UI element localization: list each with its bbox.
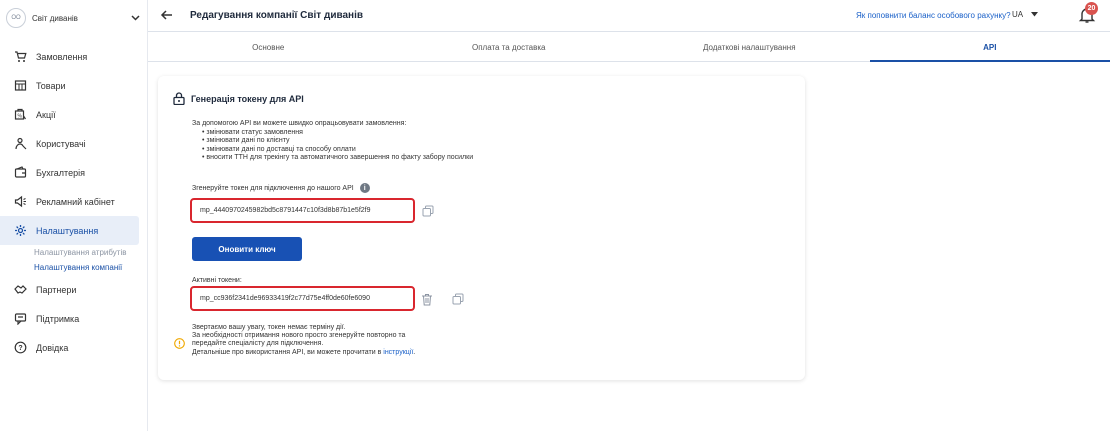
top-header: Редагування компанії Світ диванів Як поп… (148, 0, 1110, 32)
sidebar-subitem-company-settings[interactable]: Налаштування компанії (0, 260, 148, 275)
card-title: Генерація токену для API (173, 92, 304, 106)
page-title: Редагування компанії Світ диванів (190, 10, 364, 21)
active-token-value: mp_cc936f2341de96933419f2c77d75e4ff0de60… (200, 295, 370, 302)
notice-line: передайте спеціалісту для підключення. (192, 340, 324, 348)
token-notice: Звертаємо вашу увагу, токен немає термін… (174, 324, 415, 357)
notice-line: Детальніше про використання API, ви може… (192, 349, 415, 357)
company-selector[interactable]: ОО Світ диванів (6, 7, 140, 29)
sidebar-item-help[interactable]: ? Довідка (0, 333, 148, 362)
sidebar-item-label: Налаштування (36, 225, 99, 236)
sidebar-item-label: Підтримка (36, 313, 80, 324)
sidebar-item-label: Довідка (36, 342, 69, 353)
sidebar-subitem-attribute-settings[interactable]: Налаштування атрибутів (0, 245, 148, 260)
handshake-icon (13, 283, 27, 297)
sidebar-item-accounting[interactable]: Бухгалтерія (0, 158, 148, 187)
sidebar-item-partners[interactable]: Партнери (0, 275, 148, 304)
sidebar-item-label: Бухгалтерія (36, 167, 85, 178)
balance-help-link[interactable]: Як поповнити баланс особового рахунку? (856, 11, 1011, 20)
warning-icon (174, 338, 185, 349)
language-selector[interactable]: UA (1012, 10, 1039, 19)
list-item: змінювати статус замовлення (202, 129, 473, 138)
generated-token-field[interactable]: mp_4440970245982bd5c8791447c10f3d8b87b1e… (190, 198, 415, 223)
cart-icon (13, 50, 27, 64)
sidebar-item-users[interactable]: Користувачі (0, 129, 148, 158)
notification-badge: 20 (1085, 2, 1098, 15)
sidebar-item-support[interactable]: Підтримка (0, 304, 148, 333)
wallet-icon (13, 166, 27, 180)
sidebar-item-settings[interactable]: Налаштування (0, 216, 139, 245)
sidebar-item-label: Товари (36, 80, 66, 91)
list-item: вносити ТТН для трекінгу та автоматичног… (202, 154, 473, 163)
sidebar-item-label: Акції (36, 109, 56, 120)
tag-icon: % (13, 108, 27, 122)
notice-line: Звертаємо вашу увагу, токен немає термін… (192, 324, 346, 331)
language-value: UA (1012, 10, 1024, 19)
active-tokens-label: Активні токени: (192, 277, 242, 284)
svg-text:?: ? (18, 345, 22, 352)
generate-token-label: Згенеруйте токен для підключення до нашо… (192, 183, 370, 193)
megaphone-icon (13, 195, 27, 209)
notice-text: Звертаємо вашу увагу, токен немає термін… (192, 324, 415, 357)
card-title-text: Генерація токену для API (191, 93, 304, 104)
list-item: змінювати дані по клієнту (202, 137, 473, 146)
chevron-down-icon (130, 13, 140, 23)
tab-api[interactable]: API (869, 33, 1110, 62)
back-arrow-icon[interactable] (160, 8, 174, 22)
api-intro: За допомогою API ви можете швидко опраць… (192, 120, 407, 127)
notice-line-suffix: . (413, 348, 416, 356)
copy-icon[interactable] (422, 205, 434, 217)
company-name: Світ диванів (32, 13, 78, 23)
box-icon (13, 79, 27, 93)
sidebar-item-label: Рекламний кабінет (36, 196, 115, 207)
sidebar-item-orders[interactable]: Замовлення (0, 42, 148, 71)
svg-text:%: % (17, 114, 22, 120)
notice-line-prefix: Детальніше про використання API, ви може… (192, 348, 384, 356)
sidebar-item-label: Замовлення (36, 51, 88, 62)
sidebar-item-ads[interactable]: Рекламний кабінет (0, 187, 148, 216)
lock-icon (173, 92, 185, 106)
tab-payment-delivery[interactable]: Оплата та доставка (389, 33, 630, 61)
generated-token-value: mp_4440970245982bd5c8791447c10f3d8b87b1e… (200, 207, 371, 214)
api-token-card: Генерація токену для API За допомогою AP… (158, 76, 805, 380)
users-icon (13, 137, 27, 151)
trash-icon[interactable] (421, 293, 433, 306)
sidebar-item-label: Користувачі (36, 138, 86, 149)
sidebar-item-label: Партнери (36, 284, 77, 295)
tab-general[interactable]: Основне (148, 33, 389, 61)
tab-additional-settings[interactable]: Додаткові налаштування (629, 33, 870, 61)
sidebar: ОО Світ диванів Замовлення Товари % Акці… (0, 0, 148, 431)
generate-token-label-text: Згенеруйте токен для підключення до нашо… (192, 184, 354, 192)
caret-down-icon (1031, 10, 1039, 19)
api-description: За допомогою API ви можете швидко опраць… (192, 120, 473, 163)
active-token-field[interactable]: mp_cc936f2341de96933419f2c77d75e4ff0de60… (190, 286, 415, 311)
settings-tabs: Основне Оплата та доставка Додаткові нал… (148, 33, 1110, 62)
company-avatar: ОО (6, 8, 26, 28)
api-capabilities-list: змінювати статус замовлення змінювати да… (192, 129, 473, 163)
gear-icon (13, 224, 27, 238)
chat-icon (13, 312, 27, 326)
help-icon: ? (13, 341, 27, 355)
refresh-key-button[interactable]: Оновити ключ (192, 237, 302, 261)
sidebar-item-products[interactable]: Товари (0, 71, 148, 100)
copy-icon[interactable] (452, 293, 464, 305)
instructions-link[interactable]: інструкції (383, 349, 413, 356)
sidebar-nav: Замовлення Товари % Акції Користувачі Бу… (0, 42, 148, 362)
info-icon[interactable]: i (359, 183, 370, 193)
sidebar-item-promotions[interactable]: % Акції (0, 100, 148, 129)
